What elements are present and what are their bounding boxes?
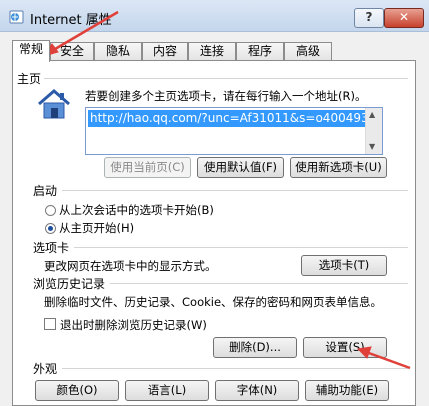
tab-programs[interactable]: 程序 bbox=[236, 42, 284, 61]
tab-privacy[interactable]: 隐私 bbox=[94, 42, 142, 61]
colors-button[interactable]: 颜色(O) bbox=[35, 380, 119, 401]
startup-section-label: 启动 bbox=[33, 184, 58, 198]
use-default-button[interactable]: 使用默认值(F) bbox=[197, 157, 284, 178]
home-section-label: 主页 bbox=[17, 72, 42, 86]
scroll-down-icon[interactable]: ▼ bbox=[369, 142, 375, 151]
tab-general[interactable]: 常规 bbox=[12, 40, 50, 62]
history-section-label: 浏览历史记录 bbox=[33, 277, 106, 291]
tabs-settings-button[interactable]: 选项卡(T) bbox=[301, 255, 387, 276]
tab-content[interactable]: 内容 bbox=[142, 42, 188, 61]
delete-on-exit-checkbox[interactable] bbox=[44, 318, 56, 330]
delete-history-button[interactable]: 删除(D)... bbox=[213, 337, 297, 358]
internet-options-icon bbox=[9, 10, 24, 24]
scroll-up-icon[interactable]: ▲ bbox=[369, 110, 375, 119]
tab-connections[interactable]: 连接 bbox=[188, 42, 236, 61]
title-bar: Internet 属性 ? ✕ bbox=[0, 0, 429, 32]
divider bbox=[62, 368, 408, 369]
fonts-button[interactable]: 字体(N) bbox=[215, 380, 299, 401]
tabs-section-text: 更改网页在选项卡中的显示方式。 bbox=[44, 259, 217, 273]
house-icon bbox=[38, 89, 70, 119]
startup-home-radio[interactable] bbox=[45, 223, 56, 234]
home-instruction: 若要创建多个主页选项卡，请在每行输入一个地址(R)。 bbox=[85, 89, 367, 103]
tabs-section-label: 选项卡 bbox=[33, 241, 70, 255]
tab-security[interactable]: 安全 bbox=[50, 42, 94, 61]
close-button[interactable]: ✕ bbox=[384, 8, 424, 28]
use-current-button[interactable]: 使用当前页(C) bbox=[104, 157, 191, 178]
use-new-tab-button[interactable]: 使用新选项卡(U) bbox=[290, 157, 387, 178]
languages-button[interactable]: 语言(L) bbox=[125, 380, 209, 401]
startup-option-last-session[interactable]: 从上次会话中的选项卡开始(B) bbox=[59, 202, 214, 218]
divider bbox=[110, 283, 408, 284]
divider bbox=[62, 190, 408, 191]
history-settings-button[interactable]: 设置(S) bbox=[303, 337, 387, 358]
home-url-text: http://hao.qq.com/?unc=Af31011&s=o400493… bbox=[88, 110, 370, 127]
url-scrollbar[interactable]: ▲ ▼ bbox=[365, 108, 382, 154]
startup-last-session-radio[interactable] bbox=[45, 205, 56, 216]
divider bbox=[44, 78, 408, 79]
tab-advanced[interactable]: 高级 bbox=[284, 42, 332, 61]
history-text: 删除临时文件、历史记录、Cookie、保存的密码和网页表单信息。 bbox=[44, 295, 383, 309]
help-button[interactable]: ? bbox=[354, 8, 384, 28]
divider bbox=[74, 247, 408, 248]
appearance-section-label: 外观 bbox=[33, 362, 58, 376]
window-title: Internet 属性 bbox=[30, 13, 112, 28]
home-url-input[interactable]: http://hao.qq.com/?unc=Af31011&s=o400493… bbox=[85, 107, 383, 155]
delete-on-exit-label[interactable]: 退出时删除浏览历史记录(W) bbox=[60, 317, 207, 333]
startup-option-home[interactable]: 从主页开始(H) bbox=[59, 220, 134, 236]
accessibility-button[interactable]: 辅助功能(E) bbox=[305, 380, 389, 401]
